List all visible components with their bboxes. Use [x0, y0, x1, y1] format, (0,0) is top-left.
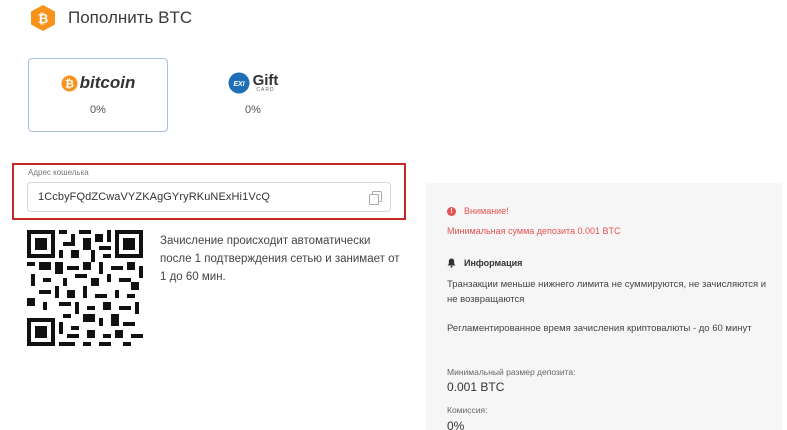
bitcoin-hex-icon: ₿ [31, 5, 55, 31]
copy-icon[interactable] [369, 191, 382, 205]
warning-header: ! Внимание! [447, 206, 509, 216]
crediting-note: Зачисление происходит автоматически посл… [160, 235, 400, 283]
bitcoin-wordmark: bitcoin [79, 73, 136, 92]
bitcoin-coin-icon: ₿ [61, 75, 78, 91]
method-fee: 0% [245, 104, 261, 116]
svg-text:₿: ₿ [65, 78, 74, 90]
method-gift-card[interactable]: EXI Gift CARD 0% [183, 58, 323, 132]
info-title: Информация [464, 258, 523, 268]
svg-text:₿: ₿ [38, 11, 49, 26]
min-deposit-value: 0.001 BTC [447, 380, 505, 394]
method-fee: 0% [90, 104, 106, 116]
warning-icon: ! [447, 206, 456, 216]
wallet-address-value: 1CcbyFQdZCwaVYZKAgGYryRKuNExHi1VcQ [38, 191, 271, 203]
exi-badge-icon: EXI [228, 72, 250, 94]
info-text-limit: Транзакции меньше нижнего лимита не сумм… [447, 279, 767, 305]
warning-title: Внимание! [464, 206, 509, 216]
fee-label: Комиссия: [447, 405, 488, 415]
page-title: Пополнить BTC [68, 8, 193, 27]
qr-code [27, 230, 143, 346]
page-header: ₿ Пополнить BTC [30, 4, 192, 32]
svg-text:EXI: EXI [233, 81, 245, 88]
method-bitcoin[interactable]: ₿ bitcoin 0% [28, 58, 168, 132]
min-deposit-label: Минимальный размер депозита: [447, 367, 576, 377]
deposit-info-panel: ! Внимание! Минимальная сумма депозита 0… [426, 183, 782, 430]
warning-text: Минимальная сумма депозита 0.001 BTC [447, 226, 621, 236]
info-text-timing: Регламентированное время зачисления крип… [447, 323, 752, 334]
wallet-address-field[interactable]: 1CcbyFQdZCwaVYZKAgGYryRKuNExHi1VcQ [27, 182, 391, 212]
gift-wordmark: Gift CARD [252, 72, 279, 93]
bitcoin-logo: ₿ bitcoin [29, 73, 167, 93]
fee-value: 0% [447, 419, 465, 430]
wallet-label: Адрес кошелька [28, 168, 89, 177]
bell-icon [447, 258, 456, 268]
info-header: Информация [447, 258, 522, 268]
gift-card-logo: EXI Gift CARD [184, 72, 322, 94]
